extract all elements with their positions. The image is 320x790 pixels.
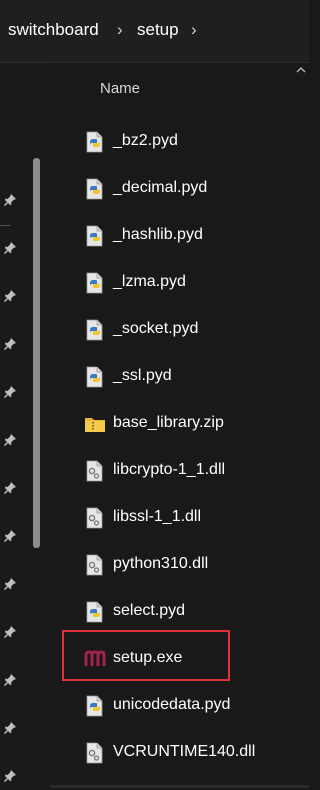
file-name: unicodedata.pyd <box>113 696 231 713</box>
column-header-name[interactable]: Name <box>100 80 140 97</box>
file-name: select.pyd <box>113 602 186 619</box>
pin-icon[interactable] <box>3 433 17 447</box>
file-name: libssl-1_1.dll <box>113 508 202 525</box>
pin-icon[interactable] <box>3 481 17 495</box>
file-row[interactable]: _hashlib.pyd <box>80 217 300 251</box>
file-row[interactable]: select.pyd <box>80 593 300 627</box>
zip-folder-icon <box>85 418 105 432</box>
nav-scrollbar[interactable] <box>33 158 40 548</box>
scroll-up-arrow-icon[interactable] <box>295 64 307 76</box>
dll-file-icon <box>86 460 103 482</box>
horizontal-scrollbar-track[interactable] <box>50 785 309 788</box>
python-file-icon <box>86 272 103 294</box>
file-row[interactable]: base_library.zip <box>80 405 300 439</box>
pin-icon[interactable] <box>3 769 17 783</box>
file-row[interactable]: _bz2.pyd <box>80 123 300 157</box>
file-name: _ssl.pyd <box>113 367 172 384</box>
file-row[interactable]: _ssl.pyd <box>80 358 300 392</box>
file-name: _decimal.pyd <box>113 179 208 196</box>
python-file-icon <box>86 366 103 388</box>
python-file-icon <box>86 601 103 623</box>
file-row[interactable]: _lzma.pyd <box>80 264 300 298</box>
breadcrumb-item-setup[interactable]: setup <box>137 20 179 40</box>
selection-highlight-box <box>62 630 230 681</box>
pin-icon[interactable] <box>3 577 17 591</box>
file-row[interactable]: libcrypto-1_1.dll <box>80 452 300 486</box>
pin-icon[interactable] <box>3 241 17 255</box>
file-row[interactable]: VCRUNTIME140.dll <box>80 734 300 768</box>
nav-divider <box>0 225 10 226</box>
breadcrumb-chevron-icon[interactable]: › <box>191 20 197 40</box>
file-name: base_library.zip <box>113 414 224 431</box>
file-row[interactable]: python310.dll <box>80 546 300 580</box>
pin-icon[interactable] <box>3 193 17 207</box>
pin-icon[interactable] <box>3 337 17 351</box>
file-name: VCRUNTIME140.dll <box>113 743 256 760</box>
file-name: libcrypto-1_1.dll <box>113 461 226 478</box>
file-row[interactable]: _decimal.pyd <box>80 170 300 204</box>
file-name: _bz2.pyd <box>113 132 178 149</box>
pin-icon[interactable] <box>3 721 17 735</box>
dll-file-icon <box>86 742 103 764</box>
python-file-icon <box>86 131 103 153</box>
breadcrumb-chevron-icon[interactable]: › <box>117 20 123 40</box>
breadcrumb-bar: switchboard › setup › <box>0 0 309 63</box>
breadcrumb-item-switchboard[interactable]: switchboard <box>8 20 99 40</box>
file-name: _hashlib.pyd <box>113 226 203 243</box>
dll-file-icon <box>86 554 103 576</box>
pin-icon[interactable] <box>3 673 17 687</box>
file-row[interactable]: libssl-1_1.dll <box>80 499 300 533</box>
python-file-icon <box>86 225 103 247</box>
file-row[interactable]: unicodedata.pyd <box>80 687 300 721</box>
file-name: _socket.pyd <box>113 320 199 337</box>
python-file-icon <box>86 319 103 341</box>
pin-icon[interactable] <box>3 625 17 639</box>
file-name: python310.dll <box>113 555 209 572</box>
dll-file-icon <box>86 507 103 529</box>
pin-icon[interactable] <box>3 385 17 399</box>
python-file-icon <box>86 695 103 717</box>
file-name: _lzma.pyd <box>113 273 186 290</box>
pin-icon[interactable] <box>3 289 17 303</box>
python-file-icon <box>86 178 103 200</box>
pin-icon[interactable] <box>3 529 17 543</box>
file-row[interactable]: _socket.pyd <box>80 311 300 345</box>
